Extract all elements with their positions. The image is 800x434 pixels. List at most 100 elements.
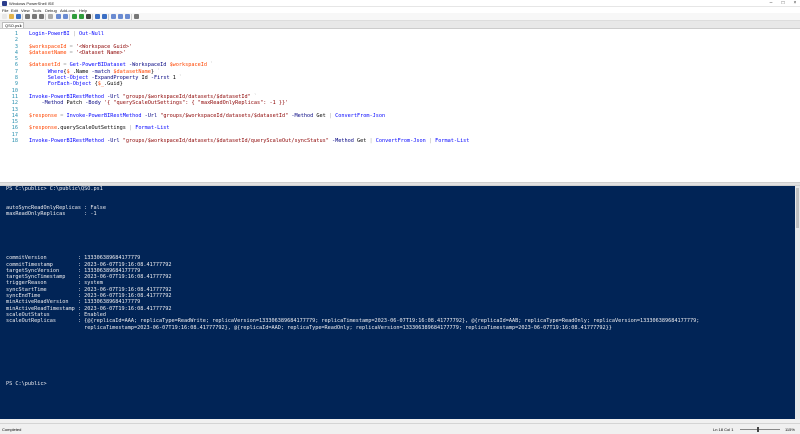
code-token: = — [66, 43, 76, 50]
code-token: Format-List — [435, 138, 470, 145]
show-script-pane-max-icon[interactable] — [125, 14, 130, 19]
run-icon[interactable] — [72, 14, 77, 19]
code-token: Get — [356, 138, 370, 145]
copy-icon[interactable] — [32, 14, 37, 19]
code-token: | — [425, 138, 436, 145]
code-token: -Url — [103, 138, 123, 145]
console-pane[interactable]: PS C:\public> C:\public\QSO.ps1 autoSyncR… — [0, 186, 795, 419]
code-token: = — [66, 49, 76, 56]
cut-icon[interactable] — [25, 14, 30, 19]
minimize-button[interactable]: – — [766, 0, 776, 7]
code-token: Get-PowerBIDataset — [69, 62, 126, 69]
run-selection-icon[interactable] — [79, 14, 84, 19]
code-token: .queryScaleOutSettings — [57, 125, 129, 132]
code-token: $datasetId — [29, 62, 61, 69]
code-token: -Url — [141, 112, 161, 119]
zoom-level: 115% — [785, 427, 795, 432]
console-icon[interactable] — [102, 14, 107, 19]
open-icon[interactable] — [9, 14, 14, 19]
code-token: $workspaceId — [169, 62, 208, 69]
remote-icon[interactable] — [95, 14, 100, 19]
status-bar: Completed Ln 18 Col 1 115% — [0, 423, 800, 434]
stop-icon[interactable] — [86, 14, 91, 19]
code-token: ` — [178, 75, 183, 82]
code-token: ForEach-Object — [47, 81, 92, 88]
code-token: '<Dataset Name>' — [75, 49, 126, 56]
code-token: ` — [153, 68, 161, 75]
new-icon[interactable] — [2, 14, 7, 19]
code-token: Format-List — [135, 125, 170, 132]
save-icon[interactable] — [16, 14, 21, 19]
close-button[interactable]: × — [790, 0, 800, 7]
console-line: PS C:\public> — [6, 381, 47, 388]
redo-icon[interactable] — [63, 14, 68, 19]
code-token: $datasetName — [113, 68, 151, 75]
toolbar-separator — [22, 14, 23, 20]
code-token: $workspaceId — [29, 43, 67, 50]
window-title: Windows PowerShell ISE — [9, 1, 55, 6]
title-bar: Windows PowerShell ISE – □ × — [0, 0, 800, 7]
powershell-app-icon — [2, 1, 7, 6]
code-token: "groups/$workspaceId/datasets/$datasetId… — [122, 138, 329, 145]
code-token: Invoke-PowerBIRestMethod — [29, 93, 104, 100]
code-token: = — [60, 62, 70, 69]
code-token: Invoke-PowerBIRestMethod — [66, 112, 142, 119]
clear-icon[interactable] — [48, 14, 53, 19]
code-token: .Name — [72, 68, 92, 75]
commands-icon[interactable] — [134, 14, 139, 19]
tab-strip: QSO.ps1 × — [0, 21, 800, 28]
code-token: | — [69, 31, 79, 37]
code-token: $response — [29, 112, 58, 119]
undo-icon[interactable] — [56, 14, 61, 19]
toolbar-separator — [108, 14, 109, 20]
toolbar-separator — [92, 14, 93, 20]
code-token: Login-PowerBI — [29, 31, 70, 37]
zoom-slider-track[interactable] — [740, 429, 780, 430]
code-line[interactable]: Invoke-PowerBIRestMethod -Url "groups/$w… — [29, 138, 789, 144]
code-token: -Url — [103, 93, 123, 100]
code-token: $response — [29, 125, 58, 132]
maximize-button[interactable]: □ — [778, 0, 788, 7]
code-token: -Method — [328, 138, 357, 145]
code-token: "groups/$workspaceId/datasets/$datasetId… — [160, 112, 289, 119]
status-text: Completed — [2, 427, 22, 432]
show-script-pane-right-icon[interactable] — [118, 14, 123, 19]
code-token: '{ "queryScaleOutSettings": { "maxReadOn… — [104, 100, 289, 107]
code-token: -Body — [85, 100, 104, 107]
toolbar-separator — [131, 14, 132, 20]
code-token: Invoke-PowerBIRestMethod — [29, 138, 104, 145]
paste-icon[interactable] — [39, 14, 44, 19]
zoom-slider-handle[interactable] — [757, 427, 759, 432]
line-number: 18 — [11, 138, 18, 145]
show-script-pane-top-icon[interactable] — [111, 14, 116, 19]
scrollbar-thumb[interactable] — [796, 188, 799, 228]
console-line: scaleOutReplicas : {@{replicaId=AAA; rep… — [6, 318, 700, 325]
cursor-position: Ln 18 Col 1 — [713, 427, 734, 432]
script-editor[interactable]: 1 2 3 4 5 6 7 8 9 10 11 12 13 14 15 16 17 18 Login-PowerB… — [0, 28, 800, 182]
code-token: -WorkspaceId — [125, 62, 170, 69]
code-token: Patch — [66, 100, 86, 107]
code-token: "groups/$workspaceId/datasets/$datasetId… — [122, 93, 251, 100]
code-token: ConvertFrom-Json — [335, 112, 386, 119]
code-token: Select-Object — [47, 75, 89, 82]
code-token: Out-Null — [78, 31, 104, 37]
code-token: .Guid} — [103, 81, 123, 88]
code-token: Id — [141, 75, 151, 82]
code-token: $datasetName — [29, 49, 67, 56]
code-token: ConvertFrom-Json — [375, 138, 426, 145]
code-token: -match — [91, 68, 114, 75]
toolbar-separator — [69, 14, 70, 20]
toolbar — [0, 13, 800, 21]
console-scrollbar[interactable] — [795, 186, 800, 419]
code-token: Get — [316, 112, 329, 119]
code-token: -ExpandProperty — [88, 75, 142, 82]
script-code[interactable]: Login-PowerBI | Out-Null $workspaceId = '… — [29, 31, 789, 144]
code-token: ` — [250, 93, 258, 100]
code-token: -Method — [288, 112, 317, 119]
code-token: -First — [150, 75, 173, 82]
code-token: -Method — [41, 100, 67, 107]
